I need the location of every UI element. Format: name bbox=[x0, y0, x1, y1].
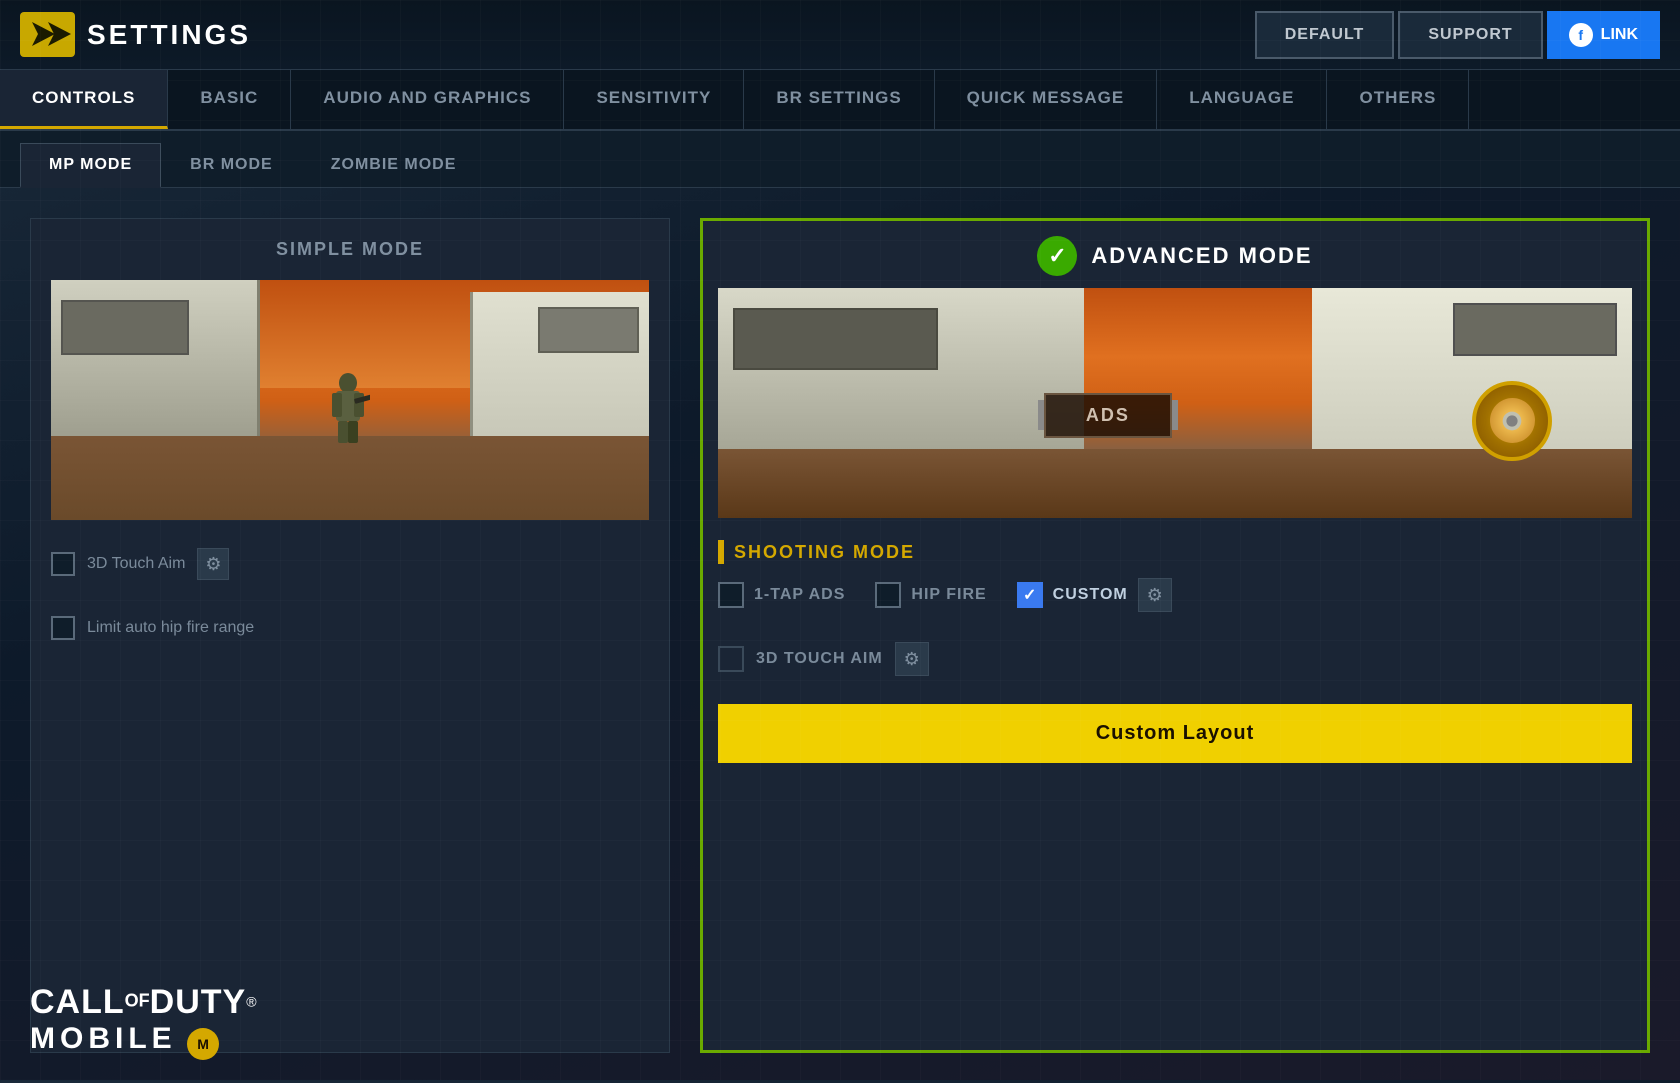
ads-overlay: ADS bbox=[1038, 393, 1178, 438]
subtab-mp-mode[interactable]: MP MODE bbox=[20, 143, 161, 188]
fire-button[interactable] bbox=[1472, 381, 1552, 461]
1tap-ads-checkbox[interactable] bbox=[718, 582, 744, 608]
advanced-mode-title: ADVANCED MODE bbox=[1091, 243, 1312, 269]
option-hip-fire: HIP FIRE bbox=[875, 582, 986, 608]
link-label: LINK bbox=[1601, 26, 1638, 44]
advanced-game-scene: ADS bbox=[718, 288, 1632, 518]
tab-others[interactable]: OTHERS bbox=[1327, 70, 1469, 129]
ground-simple bbox=[51, 436, 649, 520]
shooting-mode-title-row: SHOOTING MODE bbox=[718, 540, 1632, 564]
logo-area: SETTINGS bbox=[20, 12, 251, 57]
subtab-zombie-mode[interactable]: ZOMBIE MODE bbox=[302, 143, 486, 187]
header: SETTINGS DEFAULT SUPPORT f LINK bbox=[0, 0, 1680, 70]
tab-audio-graphics[interactable]: AUDIO AND GRAPHICS bbox=[291, 70, 564, 129]
limit-hip-fire-label: Limit auto hip fire range bbox=[87, 619, 254, 637]
ads-button[interactable]: ADS bbox=[1044, 393, 1172, 438]
custom-checkbox[interactable] bbox=[1017, 582, 1043, 608]
3d-touch-aim-label-advanced: 3D Touch Aim bbox=[756, 650, 883, 668]
tab-controls[interactable]: CONTROLS bbox=[0, 70, 168, 129]
advanced-mode-screenshot: ADS bbox=[718, 288, 1632, 518]
simple-mode-panel: SIMPLE MODE bbox=[30, 218, 670, 1053]
tab-basic[interactable]: BASIC bbox=[168, 70, 291, 129]
simple-mode-screenshot bbox=[51, 280, 649, 520]
simple-mode-title: SIMPLE MODE bbox=[51, 239, 649, 260]
3d-touch-aim-checkbox-simple[interactable] bbox=[51, 552, 75, 576]
3d-touch-aim-label-simple: 3D Touch Aim bbox=[87, 555, 185, 573]
ads-label: ADS bbox=[1086, 405, 1130, 426]
cod-mobile-logo: CALLOFDUTY® MOBILE bbox=[30, 983, 257, 1060]
tab-language[interactable]: LANGUAGE bbox=[1157, 70, 1327, 129]
advanced-check-icon: ✓ bbox=[1037, 236, 1077, 276]
cod-logo-line1: CALLOFDUTY® bbox=[30, 983, 257, 1022]
custom-layout-button[interactable]: Custom Layout bbox=[718, 704, 1632, 763]
shooting-mode-section: SHOOTING MODE 1-tap ADS HIP FIRE CUSTOM bbox=[718, 530, 1632, 622]
option-1tap-ads: 1-tap ADS bbox=[718, 582, 845, 608]
3d-touch-aim-row-advanced: 3D Touch Aim ⚙ bbox=[718, 634, 1632, 684]
facebook-link-button[interactable]: f LINK bbox=[1547, 11, 1660, 59]
sub-tabs: MP MODE BR MODE ZOMBIE MODE bbox=[0, 131, 1680, 188]
3d-touch-aim-checkbox-advanced[interactable] bbox=[718, 646, 744, 672]
duty-text: DUTY bbox=[150, 983, 247, 1021]
option-custom: CUSTOM ⚙ bbox=[1017, 578, 1172, 612]
ground-advanced bbox=[718, 449, 1632, 518]
main-tabs: CONTROLS BASIC AUDIO AND GRAPHICS SENSIT… bbox=[0, 70, 1680, 131]
custom-label: CUSTOM bbox=[1053, 586, 1128, 604]
cod-logo-line2: MOBILE bbox=[30, 1022, 257, 1060]
advanced-mode-header: ✓ ADVANCED MODE bbox=[718, 236, 1632, 276]
3d-touch-aim-row-simple: 3D Touch Aim ⚙ bbox=[51, 540, 649, 588]
mobile-emblem bbox=[187, 1028, 219, 1060]
call-text: CALL bbox=[30, 983, 125, 1021]
default-button[interactable]: DEFAULT bbox=[1255, 11, 1395, 59]
simple-game-scene bbox=[51, 280, 649, 520]
limit-hip-fire-checkbox[interactable] bbox=[51, 616, 75, 640]
subtab-br-mode[interactable]: BR MODE bbox=[161, 143, 302, 187]
tab-quick-message[interactable]: QUICK MESSAGE bbox=[935, 70, 1158, 129]
content-area: SIMPLE MODE bbox=[0, 188, 1680, 1083]
hip-fire-checkbox[interactable] bbox=[875, 582, 901, 608]
mobile-text: MOBILE bbox=[30, 1022, 177, 1055]
hip-fire-label: HIP FIRE bbox=[911, 586, 986, 604]
shooting-mode-title: SHOOTING MODE bbox=[734, 542, 915, 563]
advanced-mode-panel: ✓ ADVANCED MODE ADS bbox=[700, 218, 1650, 1053]
ads-handle-right bbox=[1172, 400, 1178, 430]
soldier-simple bbox=[326, 373, 370, 443]
of-text: OF bbox=[125, 991, 150, 1011]
fire-button-inner bbox=[1490, 398, 1535, 443]
support-button[interactable]: SUPPORT bbox=[1398, 11, 1542, 59]
facebook-icon: f bbox=[1569, 23, 1593, 47]
custom-gear-button[interactable]: ⚙ bbox=[1138, 578, 1172, 612]
settings-title: SETTINGS bbox=[87, 19, 251, 51]
3d-touch-aim-gear-simple[interactable]: ⚙ bbox=[197, 548, 229, 580]
tab-br-settings[interactable]: BR SETTINGS bbox=[744, 70, 934, 129]
reg-text: ® bbox=[246, 994, 256, 1010]
3d-touch-aim-gear-advanced[interactable]: ⚙ bbox=[895, 642, 929, 676]
header-buttons: DEFAULT SUPPORT f LINK bbox=[1255, 11, 1660, 59]
limit-hip-fire-row: Limit auto hip fire range bbox=[51, 608, 649, 648]
tab-sensitivity[interactable]: SENSITIVITY bbox=[564, 70, 744, 129]
shooting-options: 1-tap ADS HIP FIRE CUSTOM ⚙ bbox=[718, 578, 1632, 612]
section-title-bar bbox=[718, 540, 724, 564]
1tap-ads-label: 1-tap ADS bbox=[754, 586, 845, 604]
settings-logo-icon bbox=[20, 12, 75, 57]
